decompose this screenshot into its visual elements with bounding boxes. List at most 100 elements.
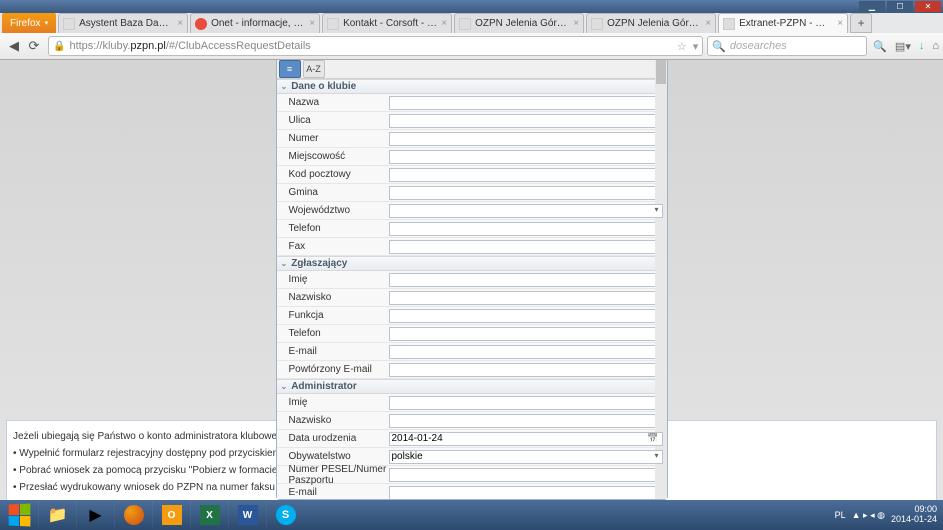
tab-close-icon[interactable]: × (177, 18, 183, 29)
field-label: Data urodzenia (277, 433, 389, 444)
form-row: Funkcja (277, 307, 667, 325)
tab-label: OZPN Jelenia Góra | Związej Pi… (607, 18, 701, 29)
field-input-klub-0[interactable] (389, 96, 663, 110)
form-row: Data urodzenia (277, 430, 667, 448)
field-label: Ulica (277, 115, 389, 126)
field-label: Województwo (277, 205, 389, 216)
window-minimize[interactable]: ▁ (859, 1, 885, 12)
sort-az-button[interactable]: A-Z (303, 60, 325, 78)
form-row: E-mail (277, 484, 667, 499)
field-input-klub-2[interactable] (389, 132, 663, 146)
url-bar[interactable]: 🔒 https://kluby.pzpn.pl/#/ClubAccessRequ… (48, 36, 703, 56)
chevron-down-icon: ▾ (45, 19, 49, 27)
form-row: Imię (277, 271, 667, 289)
form-row: Telefon (277, 325, 667, 343)
form-row: Nazwisko (277, 412, 667, 430)
bookmark-star-icon[interactable]: ☆ (677, 40, 687, 53)
field-input-klub-4[interactable] (389, 168, 663, 182)
field-input-admin-1[interactable] (389, 414, 663, 428)
form-row: Ulica (277, 112, 667, 130)
field-input-klub-1[interactable] (389, 114, 663, 128)
field-input-zgl-3[interactable] (389, 327, 663, 341)
field-input-klub-7[interactable] (389, 222, 663, 236)
taskbar-word[interactable]: W (228, 501, 266, 529)
field-label: E-mail (277, 346, 389, 357)
taskbar-explorer[interactable]: 📁 (38, 501, 76, 529)
taskbar-media[interactable]: ▶ (76, 501, 114, 529)
browser-tab-2[interactable]: Kontakt - Corsoft - Dla Ciebie i… × (322, 13, 452, 33)
tab-close-icon[interactable]: × (705, 18, 711, 29)
field-input-admin-2[interactable] (389, 432, 663, 446)
field-input-zgl-5[interactable] (389, 363, 663, 377)
section-header-admin[interactable]: ⌄Administrator (277, 379, 667, 394)
nav-back-button[interactable]: ◀ (4, 36, 24, 56)
taskbar-excel[interactable]: X (190, 501, 228, 529)
field-input-admin-4[interactable] (389, 468, 663, 482)
tab-close-icon[interactable]: × (309, 18, 315, 29)
field-input-zgl-0[interactable] (389, 273, 663, 287)
tab-close-icon[interactable]: × (573, 18, 579, 29)
nav-reload-button[interactable]: ⟳ (24, 36, 44, 56)
form-row: Gmina (277, 184, 667, 202)
field-label: Nazwa (277, 97, 389, 108)
form-body[interactable]: ⌄Dane o klubieNazwaUlicaNumerMiejscowość… (277, 79, 667, 499)
downloads-icon[interactable]: ↓ (919, 40, 925, 52)
form-row: Telefon (277, 220, 667, 238)
window-maximize[interactable]: ☐ (887, 1, 913, 12)
start-button[interactable] (0, 500, 38, 530)
taskbar-skype[interactable]: S (266, 501, 304, 529)
tab-label: Extranet-PZPN - Wniosek o na… (739, 18, 833, 29)
form-row: Numer PESEL/Numer Paszportu (277, 466, 667, 484)
search-bar[interactable]: 🔍 dosearches (707, 36, 867, 56)
form-row: Nazwisko (277, 289, 667, 307)
search-icon: 🔍 (712, 40, 726, 53)
field-input-admin-3[interactable] (389, 450, 663, 464)
browser-tab-1[interactable]: Onet - informacje, rozrywka, e… × (190, 13, 320, 33)
field-input-klub-3[interactable] (389, 150, 663, 164)
tab-label: Onet - informacje, rozrywka, e… (211, 18, 305, 29)
section-header-zgl[interactable]: ⌄Zgłaszający (277, 256, 667, 271)
windows-logo-icon (9, 503, 31, 526)
tab-label: Kontakt - Corsoft - Dla Ciebie i… (343, 18, 437, 29)
field-input-zgl-1[interactable] (389, 291, 663, 305)
taskbar-firefox[interactable] (114, 501, 152, 529)
field-input-klub-8[interactable] (389, 240, 663, 254)
field-label: Nazwisko (277, 415, 389, 426)
tray-icons[interactable]: ▲ ▸ ◂ ◍ (852, 510, 885, 521)
bookmarks-menu-icon[interactable]: ▤▾ (895, 40, 911, 53)
field-input-zgl-4[interactable] (389, 345, 663, 359)
field-input-zgl-2[interactable] (389, 309, 663, 323)
form-row: E-mail (277, 343, 667, 361)
favicon-icon (459, 18, 471, 30)
favicon-icon (591, 18, 603, 30)
field-input-klub-6[interactable] (389, 204, 663, 218)
new-tab-button[interactable]: + (850, 13, 872, 33)
field-input-klub-5[interactable] (389, 186, 663, 200)
taskbar: 📁 ▶ O X W S PL ▲ ▸ ◂ ◍ 09:00 2014-01-24 (0, 500, 943, 530)
browser-tab-5[interactable]: Extranet-PZPN - Wniosek o na… × (718, 13, 848, 33)
field-input-admin-5[interactable] (389, 486, 663, 500)
taskbar-outlook[interactable]: O (152, 501, 190, 529)
tab-close-icon[interactable]: × (441, 18, 447, 29)
field-input-admin-0[interactable] (389, 396, 663, 410)
tray-clock[interactable]: 09:00 2014-01-24 (891, 505, 937, 525)
firefox-menu-button[interactable]: Firefox ▾ (2, 13, 56, 33)
view-list-button[interactable]: ≡ (279, 60, 301, 78)
field-label: Fax (277, 241, 389, 252)
field-label: Imię (277, 397, 389, 408)
browser-tab-3[interactable]: OZPN Jelenia Góra - Admin UTF × (454, 13, 584, 33)
browser-tab-0[interactable]: Asystent Baza Danych - progra…× (58, 13, 188, 33)
field-label: Gmina (277, 187, 389, 198)
home-icon[interactable]: ⌂ (932, 40, 939, 52)
browser-tab-4[interactable]: OZPN Jelenia Góra | Związej Pi… × (586, 13, 716, 33)
tab-label: OZPN Jelenia Góra - Admin UTF (475, 18, 569, 29)
url-dropdown-icon[interactable]: ▾ (693, 40, 699, 53)
section-header-klub[interactable]: ⌄Dane o klubie (277, 79, 667, 94)
caret-down-icon: ⌄ (281, 382, 288, 391)
tray-lang[interactable]: PL (835, 510, 846, 520)
window-close[interactable]: ✕ (915, 1, 941, 12)
tab-close-icon[interactable]: × (837, 18, 843, 29)
caret-down-icon: ⌄ (281, 82, 288, 91)
search-go-icon[interactable]: 🔍 (873, 40, 887, 53)
field-label: Telefon (277, 223, 389, 234)
